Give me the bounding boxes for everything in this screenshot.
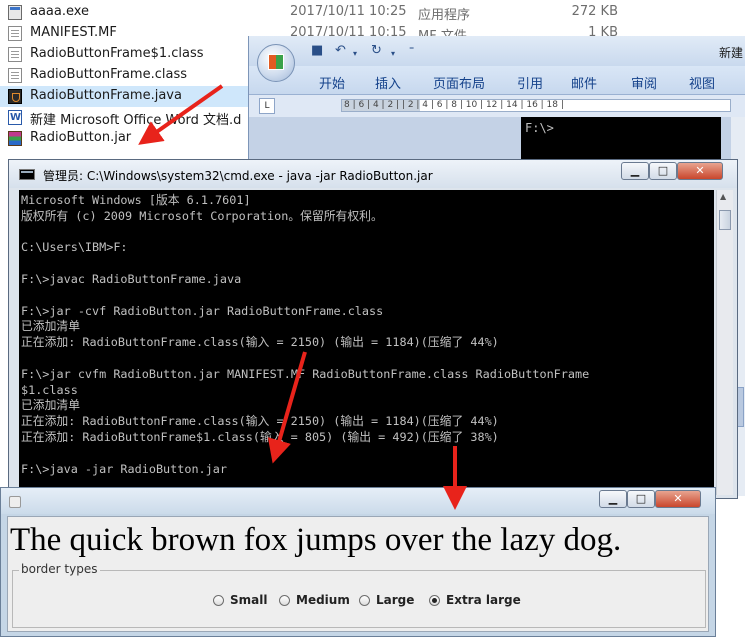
frame-content: The quick brown fox jumps over the lazy … [7, 516, 709, 632]
minimize-button[interactable]: ▁ [599, 490, 627, 508]
border-types-group: border types Small Medium Large Extra la… [12, 562, 706, 628]
console-line: Microsoft Windows [版本 6.1.7601] [21, 193, 251, 207]
document-text: F:\> [525, 121, 554, 135]
file-name: RadioButtonFrame$1.class [30, 46, 204, 61]
radio-circle-icon [279, 595, 290, 606]
jar-archive-icon [8, 131, 22, 146]
tab-references[interactable]: 引用 [517, 73, 543, 92]
horizontal-ruler[interactable]: 8 | 6 | 4 | 2 | | 2 | 4 | 6 | 8 | 10 | 1… [341, 99, 731, 112]
console-line: F:\>javac RadioButtonFrame.java [21, 271, 242, 286]
radio-label: Medium [296, 593, 350, 607]
console-line: 已添加清单 [21, 398, 80, 413]
document-icon [8, 47, 22, 62]
tab-home[interactable]: 开始 [319, 73, 345, 92]
tab-stop-selector[interactable]: L [259, 98, 275, 114]
console-line: 正在添加: RadioButtonFrame.class(输入 = 2150) … [21, 414, 499, 429]
radio-selected-icon [429, 595, 440, 606]
undo-icon[interactable]: ↶ [335, 44, 346, 58]
word-doc-icon [8, 110, 22, 125]
maximize-button[interactable]: □ [627, 490, 655, 508]
sample-text-label: The quick brown fox jumps over the lazy … [10, 522, 622, 558]
window-title: 新建 [719, 46, 744, 60]
file-name: MANIFEST.MF [30, 25, 117, 40]
radio-circle-icon [213, 595, 224, 606]
file-name: RadioButtonFrame.java [30, 88, 182, 103]
radio-label: Extra large [446, 593, 521, 607]
console-text: Microsoft Windows [版本 6.1.7601] 版权所有 (c)… [21, 193, 589, 477]
radio-label: Large [376, 593, 415, 607]
title-bar[interactable]: ▁ □ ✕ [1, 488, 715, 514]
file-name: RadioButtonFrame.class [30, 67, 187, 82]
ribbon-tabs: 开始 插入 页面布局 引用 邮件 审阅 视图 [249, 66, 745, 95]
redo-icon[interactable]: ↻ [371, 44, 382, 58]
tab-review[interactable]: 审阅 [631, 73, 657, 92]
file-date: 2017/10/11 10:25 [290, 4, 407, 19]
ruler-row: L 8 | 6 | 4 | 2 | | 2 | 4 | 6 | 8 | 10 |… [249, 95, 745, 117]
file-name: RadioButton.jar [30, 130, 132, 145]
group-title: border types [19, 562, 100, 576]
console-line: F:\>java -jar RadioButton.jar [21, 461, 227, 476]
vertical-scrollbar[interactable]: ▲ [716, 190, 733, 495]
tab-page-layout[interactable]: 页面布局 [433, 73, 485, 92]
customize-toolbar-icon[interactable]: ⁼ [409, 44, 414, 58]
radio-circle-icon [359, 595, 370, 606]
console-line: 已添加清单 [21, 319, 80, 334]
document-icon [8, 26, 22, 41]
console-line: 正在添加: RadioButtonFrame.class(输入 = 2150) … [21, 335, 499, 350]
file-row[interactable]: aaaa.exe 2017/10/11 10:25 应用程序 272 KB [0, 2, 740, 23]
minimize-button[interactable]: ▁ [621, 162, 649, 180]
save-icon[interactable]: ■ [311, 44, 323, 58]
window-title: 管理员: C:\Windows\system32\cmd.exe - java … [43, 169, 433, 183]
exe-icon [8, 5, 22, 20]
file-size: 272 KB [571, 4, 618, 19]
console-line: F:\>jar -cvf RadioButton.jar RadioButton… [21, 303, 384, 318]
tab-insert[interactable]: 插入 [375, 73, 401, 92]
close-button[interactable]: ✕ [677, 162, 723, 180]
quick-access-toolbar: ■ ↶ ▾ ↻ ▾ ⁼ 新建 [249, 36, 745, 66]
file-type: 应用程序 [418, 8, 471, 23]
close-button[interactable]: ✕ [655, 490, 701, 508]
ruler-marks: 8 | 6 | 4 | 2 | | 2 | 4 | 6 | 8 | 10 | 1… [344, 100, 564, 110]
tab-view[interactable]: 视图 [689, 73, 715, 92]
scroll-up-icon[interactable]: ▲ [720, 192, 726, 201]
console-line: F:\>jar cvfm RadioButton.jar MANIFEST.MF… [21, 366, 590, 381]
console-line: $1.class [21, 382, 78, 397]
document-icon [8, 68, 22, 83]
scroll-thumb[interactable] [719, 210, 731, 230]
console-icon [19, 169, 35, 180]
maximize-button[interactable]: □ [649, 162, 677, 180]
radio-label: Small [230, 593, 268, 607]
console-line: 正在添加: RadioButtonFrame$1.class(输入 = 805)… [21, 429, 499, 444]
office-button[interactable] [257, 44, 295, 82]
java-file-icon [8, 89, 22, 104]
file-name: 新建 Microsoft Office Word 文档.d [30, 113, 242, 128]
console-output[interactable]: Microsoft Windows [版本 6.1.7601] 版权所有 (c)… [19, 190, 714, 495]
chevron-down-icon[interactable]: ▾ [353, 47, 357, 61]
cmd-window: 管理员: C:\Windows\system32\cmd.exe - java … [8, 159, 738, 499]
radio-button-frame: ▁ □ ✕ The quick brown fox jumps over the… [0, 487, 716, 637]
title-bar[interactable]: 管理员: C:\Windows\system32\cmd.exe - java … [9, 160, 737, 188]
console-line: C:\Users\IBM>F: [21, 240, 128, 255]
tab-mailings[interactable]: 邮件 [571, 73, 597, 92]
java-window-icon [9, 496, 21, 508]
console-line: 版权所有 (c) 2009 Microsoft Corporation。保留所有… [21, 208, 383, 223]
chevron-down-icon[interactable]: ▾ [391, 47, 395, 61]
file-name: aaaa.exe [30, 4, 90, 19]
